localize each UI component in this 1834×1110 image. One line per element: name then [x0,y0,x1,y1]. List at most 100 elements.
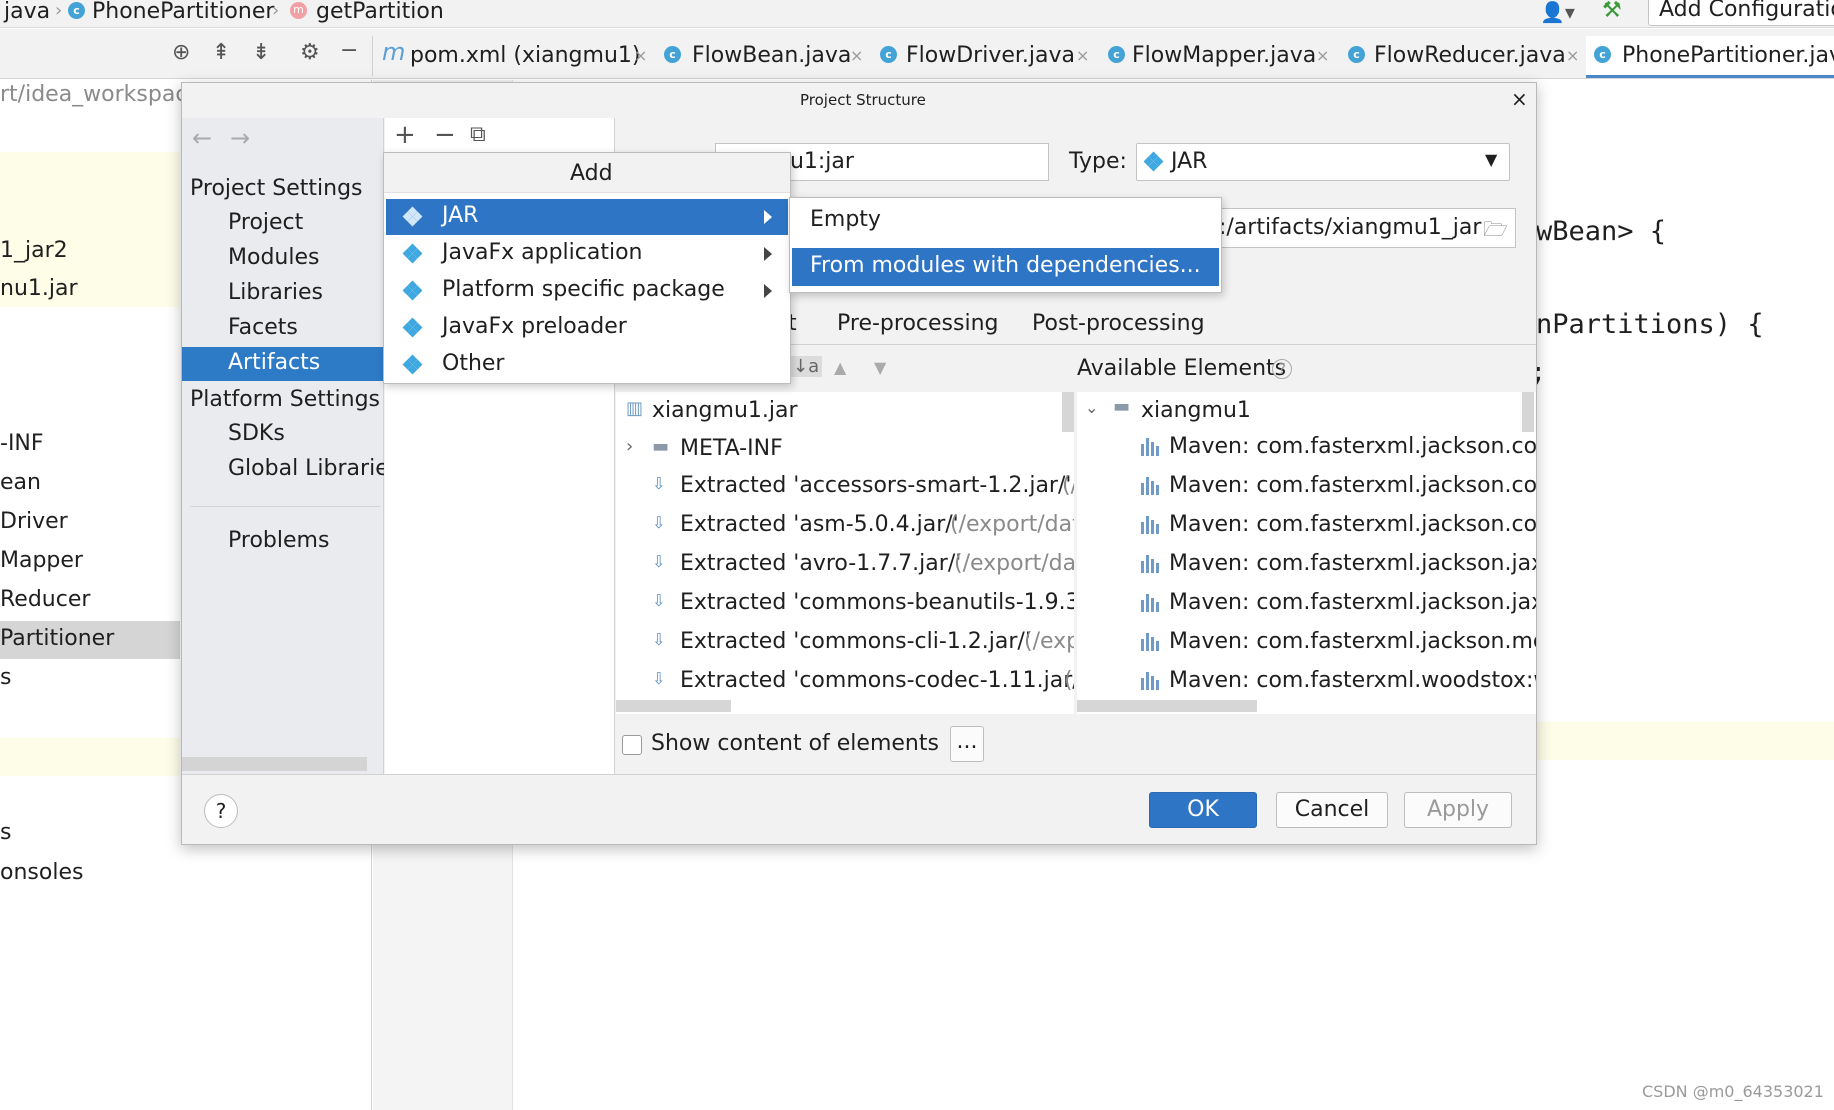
forward-arrow-icon[interactable]: → [230,124,250,152]
breadcrumb-java[interactable]: java [4,0,50,24]
output-tree-scrollbar-v[interactable] [1062,392,1074,432]
help-icon[interactable]: ? [1272,359,1292,379]
output-item[interactable]: Extracted 'commons-beanutils-1.9.3.j [680,590,1074,615]
close-icon[interactable]: × [1316,46,1329,65]
help-button[interactable]: ? [204,794,238,828]
tree-item[interactable]: nu1.jar [0,276,78,301]
nav-scrollbar[interactable] [182,757,367,771]
sort-icon[interactable]: ↓a [790,356,823,377]
output-item[interactable]: Extracted 'commons-cli-1.2.jar/' [680,629,1031,654]
apply-button[interactable]: Apply [1404,792,1512,828]
add-configuration-button[interactable]: Add Configuration [1648,0,1834,26]
move-up-icon[interactable]: ▲ [834,358,846,377]
menu-item-label: Platform specific package [442,277,725,302]
available-item[interactable]: Maven: com.fasterxml.jackson.core [1169,512,1536,537]
remove-button[interactable]: − [434,120,456,150]
gear-icon[interactable]: ⚙ [300,40,320,65]
output-tree-scrollbar-h[interactable] [616,700,731,712]
expand-all-icon[interactable]: ⇞ [212,40,230,65]
add-button[interactable]: + [394,120,416,150]
available-item[interactable]: Maven: com.fasterxml.jackson.core [1169,473,1536,498]
back-arrow-icon[interactable]: ← [192,124,212,152]
tree-item[interactable]: Driver [0,509,68,534]
nav-item-project[interactable]: Project [228,210,303,235]
collapse-all-icon[interactable]: ⇟ [252,40,270,65]
nav-item-facets[interactable]: Facets [228,315,298,340]
dialog-close-icon[interactable]: × [1511,87,1528,111]
close-icon[interactable]: × [850,46,863,65]
folder-icon[interactable]: 🗁 [1483,215,1508,249]
menu-item-other[interactable]: Other [386,347,788,383]
tab-divider [372,36,373,76]
output-item[interactable]: Extracted 'avro-1.7.7.jar/' [680,551,961,576]
breadcrumb-method[interactable]: getPartition [316,0,444,24]
submenu-item-label: From modules with dependencies... [810,253,1201,278]
close-icon[interactable]: × [1076,46,1089,65]
available-tree-scrollbar-v[interactable] [1522,392,1534,432]
available-item[interactable]: Maven: com.fasterxml.jackson.mod [1169,629,1536,654]
copy-button[interactable]: ⧉ [470,122,486,147]
class-icon: c [880,46,897,63]
tab-pom[interactable]: m pom.xml (xiangmu1) × [380,38,655,74]
build-hammer-icon[interactable]: ⚒ [1602,0,1622,23]
nav-item-problems[interactable]: Problems [228,528,329,553]
tab-flowbean[interactable]: c FlowBean.java × [660,40,870,74]
available-tree-scrollbar-h[interactable] [1077,700,1257,712]
tree-item[interactable]: 1_jar2 [0,238,68,263]
user-icon[interactable]: 👤▾ [1540,0,1575,24]
output-item[interactable]: Extracted 'commons-codec-1.11.jar/' [680,668,1074,693]
nav-item-modules[interactable]: Modules [228,245,319,270]
output-root[interactable]: xiangmu1.jar [652,398,798,423]
menu-item-jar[interactable]: JAR [386,199,788,235]
tree-item[interactable]: Reducer [0,587,90,612]
available-item[interactable]: Maven: com.fasterxml.jackson.jaxrs [1169,551,1536,576]
tree-item[interactable]: s [0,665,11,690]
available-item[interactable]: Maven: com.fasterxml.jackson.core [1169,434,1536,459]
output-item[interactable]: Extracted 'accessors-smart-1.2.jar/' [680,473,1071,498]
output-item[interactable]: Extracted 'asm-5.0.4.jar/' [680,512,959,537]
cancel-button[interactable]: Cancel [1276,792,1388,828]
locate-icon[interactable]: ⊕ [172,40,190,65]
available-root[interactable]: xiangmu1 [1141,398,1251,423]
output-item[interactable]: META-INF [680,436,783,461]
breadcrumb-class[interactable]: PhonePartitioner [92,0,274,24]
show-content-options-button[interactable]: ... [950,726,984,762]
tree-item[interactable]: onsoles [0,860,83,885]
tree-item[interactable]: Partitioner [0,626,114,651]
tree-item[interactable]: -INF [0,431,44,456]
minimize-icon[interactable]: − [340,38,358,63]
close-icon[interactable]: × [634,46,647,65]
available-item[interactable]: Maven: com.fasterxml.woodstox:w [1169,668,1536,693]
submenu-item-empty[interactable]: Empty [792,202,1219,240]
submenu-item-from-modules[interactable]: From modules with dependencies... [792,248,1219,286]
nav-item-artifacts[interactable]: Artifacts [182,347,384,381]
tab-flowdriver[interactable]: c FlowDriver.java × [876,40,1101,74]
add-menu-title: Add [570,161,613,186]
menu-item-platform-specific-package[interactable]: Platform specific package [386,273,788,309]
output-item-detail: (/export/dat [954,551,1074,576]
menu-item-javafx-preloader[interactable]: JavaFx preloader [386,310,788,346]
close-icon[interactable]: × [1566,46,1579,65]
chevron-down-icon[interactable]: ⌄ [1085,398,1098,417]
nav-item-libraries[interactable]: Libraries [228,280,323,305]
output-directory-field[interactable]: :/artifacts/xiangmu1_jar 🗁 [1212,208,1516,248]
tree-item[interactable]: ean [0,470,41,495]
show-content-label: Show content of elements [651,731,939,756]
code-line: nPartitions) { [1536,309,1764,340]
tab-pre-processing[interactable]: Pre-processing [837,311,998,336]
nav-item-global-libraries[interactable]: Global Libraries [228,456,384,481]
menu-item-javafx-application[interactable]: JavaFx application [386,236,788,272]
ok-button[interactable]: OK [1149,792,1257,828]
tab-phonepartitioner[interactable]: c PhonePartitioner.java [1586,36,1834,78]
move-down-icon[interactable]: ▼ [874,358,886,377]
show-content-checkbox[interactable] [622,735,642,755]
type-select[interactable]: JAR ▼ [1136,143,1510,181]
available-item[interactable]: Maven: com.fasterxml.jackson.jaxrs [1169,590,1536,615]
nav-item-sdks[interactable]: SDKs [228,421,285,446]
tree-item[interactable]: s [0,820,11,845]
tab-flowmapper[interactable]: c FlowMapper.java × [1104,40,1336,74]
tab-flowreducer[interactable]: c FlowReducer.java × [1344,40,1584,74]
chevron-right-icon[interactable]: › [626,436,633,457]
tab-post-processing[interactable]: Post-processing [1032,311,1205,336]
tree-item[interactable]: Mapper [0,548,83,573]
